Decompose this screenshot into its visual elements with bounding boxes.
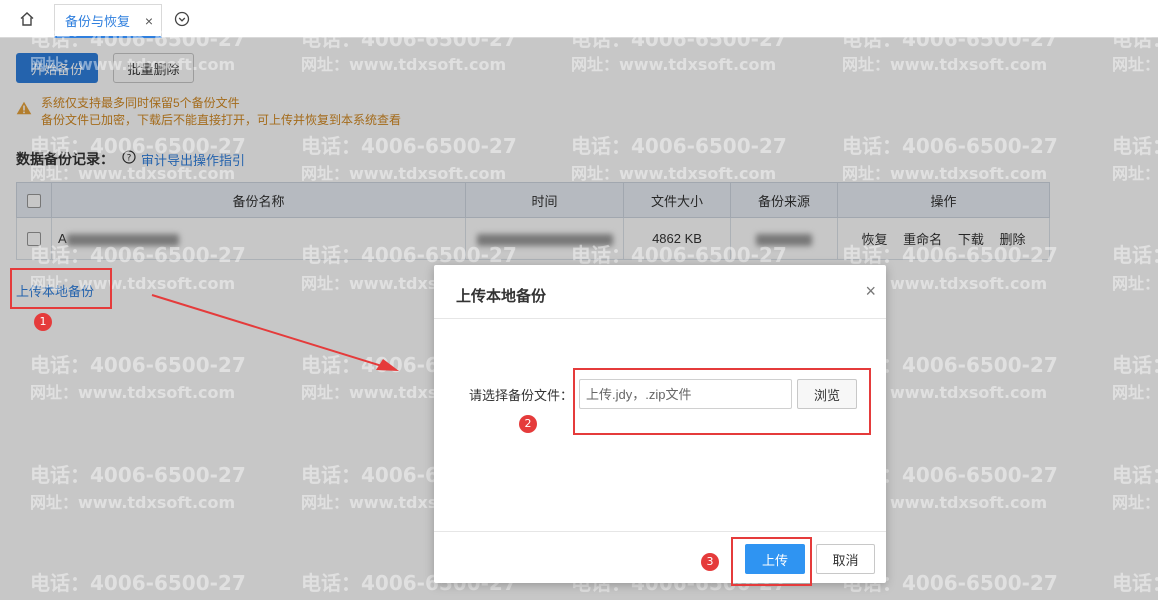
annotation-box-step2 bbox=[573, 368, 871, 435]
step-badge-3: 3 bbox=[701, 553, 719, 571]
step-badge-2: 2 bbox=[519, 415, 537, 433]
annotation-box-step3 bbox=[731, 537, 812, 586]
arrow-head bbox=[376, 359, 399, 371]
annotation-arrow bbox=[151, 294, 399, 371]
arrow-line bbox=[151, 294, 383, 367]
